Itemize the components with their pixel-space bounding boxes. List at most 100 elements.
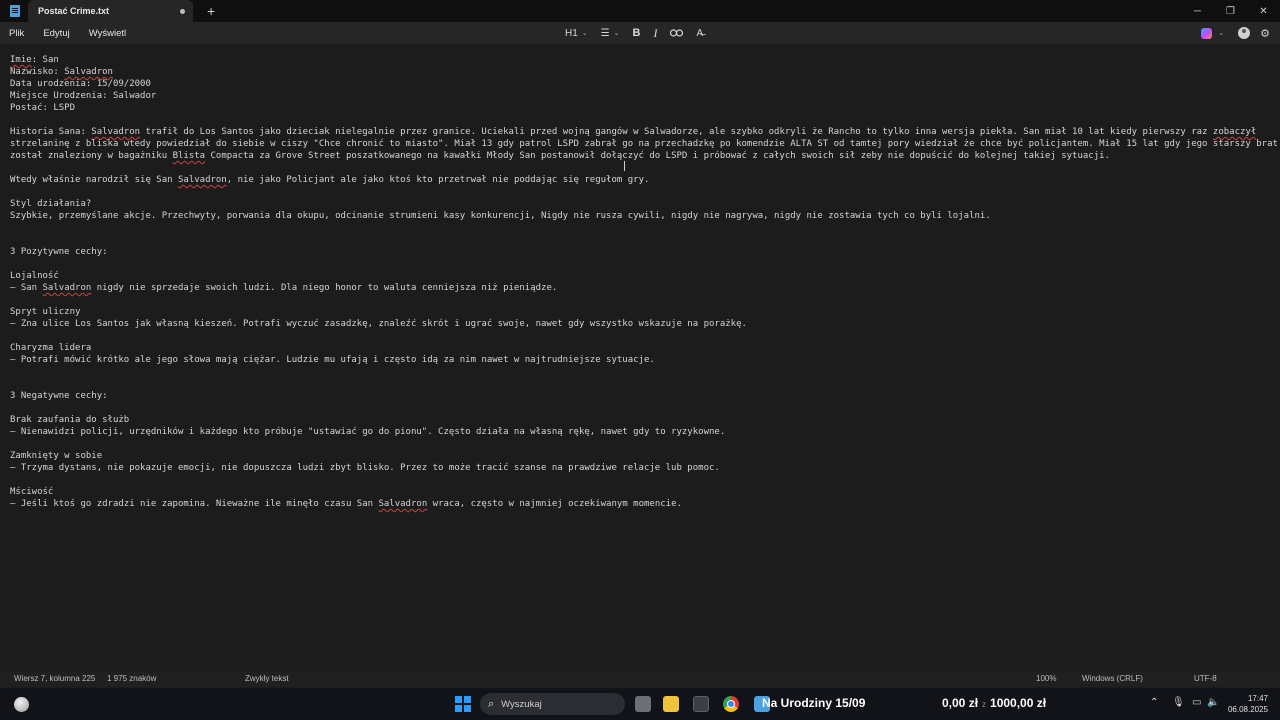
taskbar-search[interactable]: ⌕ Wyszukaj: [480, 693, 625, 715]
new-tab-button[interactable]: +: [207, 4, 215, 18]
text-line[interactable]: Mściwość: [10, 486, 1272, 498]
text-line[interactable]: Wtedy właśnie narodził się San Salvadron…: [10, 174, 1272, 186]
blank-line[interactable]: [10, 402, 1272, 414]
text-line[interactable]: strzelaninę z bliska wtedy powiedział do…: [10, 138, 1278, 150]
text-segment: Nazwisko:: [10, 67, 65, 77]
tab-title: Postać Crime.txt: [38, 6, 110, 16]
unsaved-dot-icon[interactable]: [180, 8, 185, 14]
blank-line[interactable]: [10, 438, 1272, 450]
task-view-icon[interactable]: [635, 696, 651, 712]
character-count: 1 975 znaków: [107, 674, 157, 683]
misspelled-word: Salvadron: [64, 67, 113, 77]
text-line[interactable]: Lojalność: [10, 270, 1272, 282]
widgets-icon[interactable]: [14, 697, 29, 712]
blank-line[interactable]: [10, 258, 1272, 270]
bold-button[interactable]: B: [633, 27, 641, 39]
donation-goal-amount: 1000,00 zł: [990, 696, 1047, 710]
text-segment: Wtedy właśnie narodził się San: [10, 175, 178, 185]
text-segment: Compacta za Grove Street poszatkowanego …: [205, 151, 1110, 161]
misspelled-word: Imie: [10, 55, 32, 65]
text-line[interactable]: Brak zaufania do służb: [10, 414, 1272, 426]
text-line[interactable]: – San Salvadron nigdy nie sprzedaje swoi…: [10, 282, 1272, 294]
minimize-button[interactable]: ─: [1181, 0, 1214, 22]
text-segment: nigdy nie sprzedaje swoich ludzi. Dla ni…: [91, 283, 558, 293]
text-segment: Brak zaufania do służb: [10, 415, 130, 425]
text-line[interactable]: Zamknięty w sobie: [10, 450, 1272, 462]
text-segment: Postać: LSPD: [10, 103, 76, 113]
volume-icon[interactable]: 🔈: [1207, 697, 1219, 708]
text-line[interactable]: 3 Negatywne cechy:: [10, 390, 1272, 402]
text-segment: Spryt uliczny: [10, 307, 81, 317]
zoom-level[interactable]: 100%: [1036, 674, 1056, 683]
blank-line[interactable]: [10, 222, 1272, 234]
text-segment: – Jeśli ktoś go zdradzi nie zapomina. Ni…: [10, 499, 379, 509]
text-segment: wraca, często w najmniej oczekiwanym mom…: [427, 499, 682, 509]
text-line[interactable]: Spryt uliczny: [10, 306, 1272, 318]
chevron-down-icon[interactable]: ⌄: [1218, 29, 1224, 37]
text-line[interactable]: Nazwisko: Salvadron: [10, 66, 1272, 78]
blank-line[interactable]: [10, 234, 1272, 246]
blank-line[interactable]: [10, 162, 1272, 174]
document-text[interactable]: Imie: San Nazwisko: Salvadron Data urodzen…: [10, 54, 1278, 510]
start-button[interactable]: [455, 696, 471, 712]
heading-dropdown[interactable]: H1 ⌄: [565, 28, 588, 39]
heading-label: H1: [565, 27, 578, 39]
gear-icon[interactable]: ⚙: [1260, 27, 1270, 40]
text-line[interactable]: Szybkie, przemyślane akcje. Przechwyty, …: [10, 210, 1272, 222]
text-line[interactable]: Postać: LSPD: [10, 102, 1272, 114]
microphone-icon[interactable]: 🎙: [1172, 697, 1185, 708]
blank-line[interactable]: [10, 186, 1272, 198]
close-button[interactable]: ✕: [1247, 0, 1280, 22]
format-toolbar: H1 ⌄ ☰ ⌄ B I A̶: [565, 22, 716, 44]
text-line[interactable]: Data urodzenia: 15/09/2000: [10, 78, 1272, 90]
italic-button[interactable]: I: [653, 26, 657, 41]
text-line[interactable]: – Zna ulice Los Santos jak własną kiesze…: [10, 318, 1272, 330]
encoding[interactable]: UTF-8: [1194, 674, 1217, 683]
chevron-up-icon[interactable]: ⌃: [1150, 697, 1158, 708]
network-icon[interactable]: ▭: [1192, 697, 1201, 708]
file-explorer-icon[interactable]: [663, 696, 679, 712]
notepad-icon: [10, 5, 20, 17]
chrome-icon[interactable]: [723, 696, 739, 712]
taskbar: ⌕ Wyszukaj Na Urodziny 15/09 0,00 zł z 100…: [0, 688, 1280, 720]
line-ending[interactable]: Windows (CRLF): [1082, 674, 1143, 683]
store-icon[interactable]: [693, 696, 709, 712]
text-line[interactable]: 3 Pozytywne cechy:: [10, 246, 1272, 258]
text-segment: Mściwość: [10, 487, 54, 497]
text-format: Zwykły tekst: [245, 674, 289, 683]
text-line[interactable]: został znaleziony w bagażniku Blista Com…: [10, 150, 1272, 162]
account-avatar[interactable]: [1238, 27, 1251, 39]
text-line[interactable]: – Trzyma dystans, nie pokazuje emocji, n…: [10, 462, 1272, 474]
blank-line[interactable]: [10, 330, 1272, 342]
text-line[interactable]: – Jeśli ktoś go zdradzi nie zapomina. Ni…: [10, 498, 1272, 510]
blank-line[interactable]: [10, 378, 1272, 390]
menu-edit[interactable]: Edytuj: [43, 28, 69, 39]
blank-line[interactable]: [10, 294, 1272, 306]
link-button[interactable]: [670, 29, 684, 37]
text-segment: 3 Negatywne cechy:: [10, 391, 108, 401]
menu-view[interactable]: Wyświetl: [89, 28, 126, 39]
list-dropdown[interactable]: ☰ ⌄: [601, 28, 620, 39]
clock[interactable]: 17:47 06.08.2025: [1224, 693, 1268, 715]
blank-line[interactable]: [10, 114, 1272, 126]
text-editor[interactable]: Imie: San Nazwisko: Salvadron Data urodzen…: [0, 44, 1280, 668]
text-line[interactable]: Imie: San: [10, 54, 1272, 66]
text-line[interactable]: Miejsce Urodzenia: Salwador: [10, 90, 1272, 102]
tab-document[interactable]: Postać Crime.txt: [28, 0, 193, 22]
copilot-icon[interactable]: [1201, 27, 1213, 39]
text-segment: , nie jako Policjant ale jako ktoś kto p…: [226, 175, 650, 185]
text-segment: Szybkie, przemyślane akcje. Przechwyty, …: [10, 211, 991, 221]
clock-time: 17:47: [1247, 694, 1268, 703]
text-line[interactable]: Historia Sana: Salvadron trafił do Los S…: [10, 126, 1272, 138]
text-segment: – Nienawidzi policji, urzędników i każde…: [10, 427, 726, 437]
blank-line[interactable]: [10, 366, 1272, 378]
menu-file[interactable]: Plik: [9, 28, 24, 39]
text-line[interactable]: Charyzma lidera: [10, 342, 1272, 354]
blank-line[interactable]: [10, 474, 1272, 486]
text-segment: Historia Sana:: [10, 127, 92, 137]
text-line[interactable]: Styl działania?: [10, 198, 1272, 210]
maximize-button[interactable]: ❐: [1214, 0, 1247, 22]
text-line[interactable]: – Potrafi mówić krótko ale jego słowa ma…: [10, 354, 1272, 366]
text-line[interactable]: – Nienawidzi policji, urzędników i każde…: [10, 426, 1272, 438]
clear-formatting-button[interactable]: A̶: [696, 28, 703, 39]
